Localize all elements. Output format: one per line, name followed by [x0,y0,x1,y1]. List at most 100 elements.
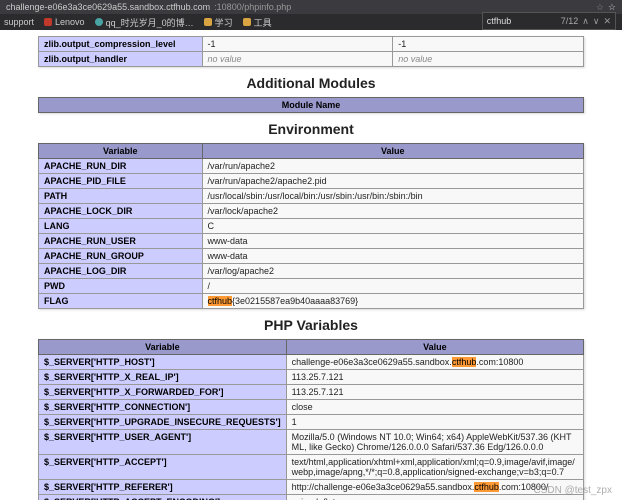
table-row: $_SERVER['HTTP_HOST'] challenge-e06e3a3c… [39,355,584,370]
cell-key: APACHE_RUN_GROUP [39,249,203,264]
cell-val: 113.25.7.121 [286,370,583,385]
cell-key: zlib.output_handler [39,52,203,67]
cell-val: 113.25.7.121 [286,385,583,400]
table-row: zlib.output_handler no value no value [39,52,584,67]
cell-val: www-data [202,234,584,249]
cell-val: /var/run/apache2/apache2.pid [202,174,584,189]
cell-key: $_SERVER['HTTP_HOST'] [39,355,287,370]
table-row: $_SERVER['HTTP_ACCEPT_ENCODING'] gzip, d… [39,495,584,500]
qq-icon [95,18,103,26]
cell-key: $_SERVER['HTTP_X_FORWARDED_FOR'] [39,385,287,400]
find-input[interactable] [487,16,557,26]
cell-key: APACHE_LOG_DIR [39,264,203,279]
table-row: LANG C [39,219,584,234]
cell-key: APACHE_RUN_DIR [39,159,203,174]
find-next-icon[interactable]: ∨ [593,16,600,27]
cell-val: /var/lock/apache2 [202,204,584,219]
highlight: ctfhub [452,357,477,367]
table-row: $_SERVER['HTTP_UPGRADE_INSECURE_REQUESTS… [39,415,584,430]
value-header: Value [202,144,584,159]
cell-val: /var/run/apache2 [202,159,584,174]
cell-val: text/html,application/xhtml+xml,applicat… [286,455,583,480]
table-row: $_SERVER['HTTP_REFERER'] http://challeng… [39,480,584,495]
table-row: APACHE_PID_FILE /var/run/apache2/apache2… [39,174,584,189]
find-count: 7/12 [561,16,579,26]
cell-val: / [202,279,584,294]
page-content: zlib.output_compression_level -1 -1zlib.… [0,30,622,500]
cell-val: C [202,219,584,234]
table-row: $_SERVER['HTTP_X_FORWARDED_FOR'] 113.25.… [39,385,584,400]
environment-heading: Environment [38,121,584,137]
cell-key: $_SERVER['HTTP_ACCEPT_ENCODING'] [39,495,287,500]
table-row: $_SERVER['HTTP_USER_AGENT'] Mozilla/5.0 … [39,430,584,455]
cell-key: zlib.output_compression_level [39,37,203,52]
additional-modules-table: Module Name [38,97,584,113]
table-row: $_SERVER['HTTP_ACCEPT'] text/html,applic… [39,455,584,480]
cell-val: no value [393,52,584,67]
bookmark-support[interactable]: support [4,17,34,27]
additional-modules-heading: Additional Modules [38,75,584,91]
php-variables-heading: PHP Variables [38,317,584,333]
cell-key: $_SERVER['HTTP_UPGRADE_INSECURE_REQUESTS… [39,415,287,430]
find-close-icon[interactable]: ✕ [603,16,611,27]
php-variables-table: Variable Value $_SERVER['HTTP_HOST'] cha… [38,339,584,500]
table-row: PATH /usr/local/sbin:/usr/local/bin:/usr… [39,189,584,204]
cell-key: $_SERVER['HTTP_ACCEPT'] [39,455,287,480]
watermark: CSDN @test_zpx [533,485,612,496]
table-row: APACHE_LOG_DIR /var/log/apache2 [39,264,584,279]
cell-key: APACHE_RUN_USER [39,234,203,249]
cell-key: FLAG [39,294,203,309]
module-name-header: Module Name [39,98,584,113]
folder-icon [243,18,251,26]
lenovo-icon [44,18,52,26]
cell-key: $_SERVER['HTTP_X_REAL_IP'] [39,370,287,385]
folder-icon [204,18,212,26]
table-row: $_SERVER['HTTP_CONNECTION'] close [39,400,584,415]
table-row: APACHE_RUN_DIR /var/run/apache2 [39,159,584,174]
environment-table: Variable Value APACHE_RUN_DIR /var/run/a… [38,143,584,309]
cell-key: $_SERVER['HTTP_REFERER'] [39,480,287,495]
bookmark-qq[interactable]: qq_时光岁月_0的博… [95,16,194,29]
cell-val: -1 [202,37,393,52]
url-host[interactable]: challenge-e06e3a3ce0629a55.sandbox.ctfhu… [6,2,210,12]
find-in-page-bar: 7/12 ∧ ∨ ✕ [482,12,616,30]
variable-header: Variable [39,144,203,159]
cell-val: -1 [393,37,584,52]
cell-key: APACHE_LOCK_DIR [39,204,203,219]
cell-val: close [286,400,583,415]
bookmark2-icon[interactable]: ☆ [608,2,616,13]
cell-key: LANG [39,219,203,234]
bookmark-study[interactable]: 学习 [204,16,233,29]
cell-val: /var/log/apache2 [202,264,584,279]
bookmark-lenovo[interactable]: Lenovo [44,17,85,27]
url-path: :10800/phpinfo.php [214,2,291,12]
cell-val: no value [202,52,393,67]
variable-header: Variable [39,340,287,355]
highlight: ctfhub [208,296,233,306]
highlight: ctfhub [474,482,499,492]
zlib-table: zlib.output_compression_level -1 -1zlib.… [38,36,584,67]
cell-key: $_SERVER['HTTP_CONNECTION'] [39,400,287,415]
table-row: $_SERVER['HTTP_X_REAL_IP'] 113.25.7.121 [39,370,584,385]
flag-row: FLAG ctfhub{3e0215587ea9b40aaaa83769} [39,294,584,309]
cell-val: /usr/local/sbin:/usr/local/bin:/usr/sbin… [202,189,584,204]
cell-key: APACHE_PID_FILE [39,174,203,189]
cell-key: $_SERVER['HTTP_USER_AGENT'] [39,430,287,455]
bookmark-tools[interactable]: 工具 [243,16,272,29]
table-row: PWD / [39,279,584,294]
cell-val: Mozilla/5.0 (Windows NT 10.0; Win64; x64… [286,430,583,455]
cell-val: challenge-e06e3a3ce0629a55.sandbox.ctfhu… [286,355,583,370]
bookmark-icon[interactable]: ☆ [596,2,604,13]
cell-key: PWD [39,279,203,294]
table-row: APACHE_RUN_GROUP www-data [39,249,584,264]
value-header: Value [286,340,583,355]
cell-val: 1 [286,415,583,430]
find-prev-icon[interactable]: ∧ [582,16,589,27]
bookmarks-bar: support Lenovo qq_时光岁月_0的博… 学习 工具 7/12 ∧… [0,14,622,30]
cell-val: www-data [202,249,584,264]
table-row: APACHE_LOCK_DIR /var/lock/apache2 [39,204,584,219]
table-row: APACHE_RUN_USER www-data [39,234,584,249]
table-row: zlib.output_compression_level -1 -1 [39,37,584,52]
cell-key: PATH [39,189,203,204]
cell-val: ctfhub{3e0215587ea9b40aaaa83769} [202,294,584,309]
